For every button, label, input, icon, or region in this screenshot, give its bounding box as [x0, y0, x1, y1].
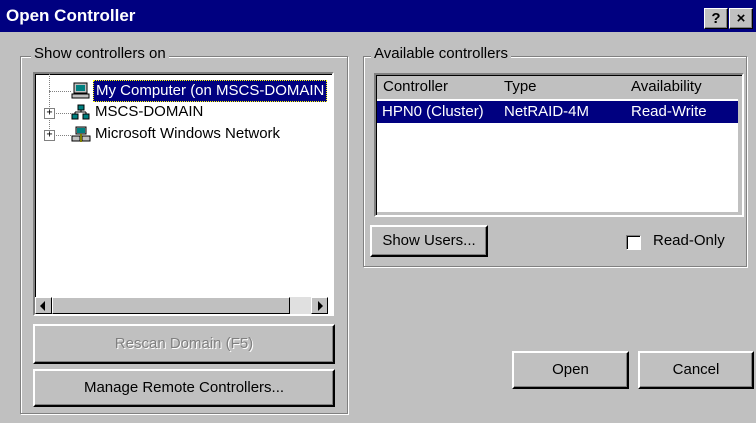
computer-icon [71, 82, 90, 99]
expand-windows-network[interactable]: + [44, 130, 55, 141]
tree-line [54, 113, 71, 114]
expand-mscs-domain[interactable]: + [44, 108, 55, 119]
arrow-left-icon [40, 301, 45, 311]
horizontal-scrollbar[interactable] [35, 297, 328, 314]
window-title: Open Controller [6, 6, 136, 25]
column-header-type[interactable]: Type [498, 75, 624, 99]
cell-type: NetRAID-4M [504, 103, 590, 120]
list-row[interactable]: HPN0 (Cluster) NetRAID-4M Read-Write [377, 101, 738, 123]
cell-controller: HPN0 (Cluster) [382, 103, 484, 120]
network-icon [71, 126, 91, 142]
tree-item-label: MSCS-DOMAIN [95, 103, 204, 120]
scroll-left-button[interactable] [35, 297, 52, 314]
scroll-right-button[interactable] [311, 297, 328, 314]
show-users-button[interactable]: Show Users... [370, 225, 488, 257]
column-header-availability[interactable]: Availability [625, 75, 740, 99]
scroll-thumb[interactable] [52, 297, 290, 314]
title-bar: Open Controller ? × [0, 0, 756, 32]
cancel-button[interactable]: Cancel [638, 351, 754, 389]
read-only-checkbox[interactable] [626, 235, 641, 250]
open-button[interactable]: Open [512, 351, 629, 389]
close-button[interactable]: × [729, 8, 753, 29]
tree-item-label: My Computer (on MSCS-DOMAIN [93, 80, 328, 102]
domain-icon [71, 104, 90, 120]
tree-line [49, 91, 71, 92]
rescan-domain-button[interactable]: Rescan Domain (F5) [33, 324, 335, 364]
column-header-controller[interactable]: Controller [377, 75, 497, 99]
available-controllers-label: Available controllers [371, 45, 511, 62]
arrow-right-icon [318, 301, 323, 311]
tree-item-label: Microsoft Windows Network [95, 125, 281, 142]
tree-line [54, 135, 71, 136]
manage-remote-controllers-button[interactable]: Manage Remote Controllers... [33, 369, 335, 407]
controllers-tree[interactable]: My Computer (on MSCS-DOMAIN + MSCS-DOMAI… [33, 72, 334, 316]
help-button[interactable]: ? [704, 8, 728, 29]
show-controllers-label: Show controllers on [31, 45, 169, 62]
controllers-list[interactable]: Controller Type Availability HPN0 (Clust… [374, 73, 744, 217]
list-body: HPN0 (Cluster) NetRAID-4M Read-Write [377, 99, 738, 212]
cell-availability: Read-Write [631, 103, 707, 120]
read-only-label: Read-Only [653, 232, 725, 249]
